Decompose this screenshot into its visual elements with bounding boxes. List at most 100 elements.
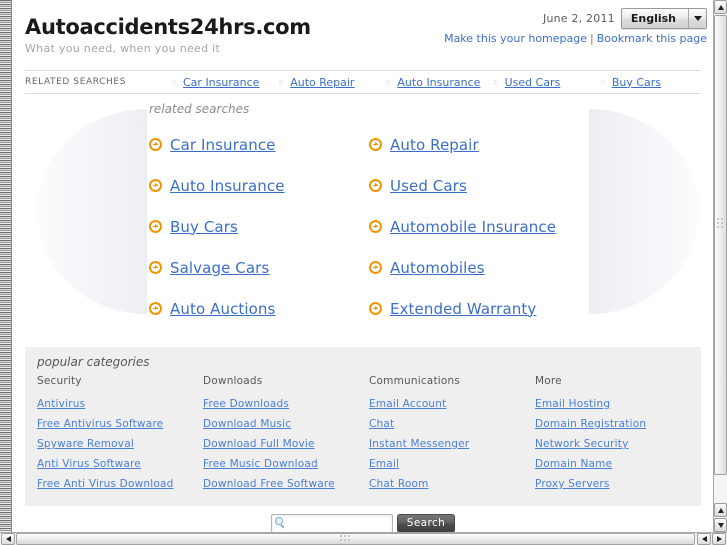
related-link-label: Buy Cars	[170, 217, 238, 236]
category-link[interactable]: Chat Room	[369, 474, 535, 494]
navbar-item: Auto Insurance	[379, 76, 486, 89]
related-searches-main: related searches Car Insurance Auto Repa…	[13, 94, 713, 337]
category-heading: Security	[37, 375, 82, 387]
browser-viewport: Autoaccidents24hrs.com What you need, wh…	[0, 0, 727, 545]
brand-block: Autoaccidents24hrs.com What you need, wh…	[25, 15, 311, 56]
dots-separator-icon	[379, 79, 397, 85]
page-header: Autoaccidents24hrs.com What you need, wh…	[13, 0, 713, 70]
search-icon	[274, 517, 286, 528]
navbar-link-auto-repair[interactable]: Auto Repair	[290, 76, 354, 89]
navbar-link-car-insurance[interactable]: Car Insurance	[183, 76, 259, 89]
popular-categories-panel: popular categories Security Antivirus Fr…	[25, 347, 701, 506]
category-link[interactable]: Email	[369, 454, 535, 474]
category-link[interactable]: Download Full Movie	[203, 434, 369, 454]
page-content: Autoaccidents24hrs.com What you need, wh…	[13, 0, 713, 532]
search-input[interactable]	[271, 515, 392, 532]
window-left-edge-texture	[0, 0, 12, 532]
scroll-up-button[interactable]	[714, 0, 727, 14]
related-link-auto-insurance[interactable]: Auto Insurance	[149, 165, 369, 206]
category-link[interactable]: Email Hosting	[535, 394, 701, 414]
dots-separator-icon	[272, 79, 290, 85]
category-link[interactable]: Download Music	[203, 414, 369, 434]
related-link-car-insurance[interactable]: Car Insurance	[149, 124, 369, 165]
related-link-auto-auctions[interactable]: Auto Auctions	[149, 288, 369, 329]
related-searches-grid: Car Insurance Auto Repair Auto Insurance…	[149, 124, 713, 329]
header-links: Make this your homepage | Bookmark this pa…	[444, 32, 707, 45]
horizontal-scrollbar-thumb[interactable]	[16, 533, 695, 545]
category-link[interactable]: Free Downloads	[203, 394, 369, 414]
category-link[interactable]: Free Music Download	[203, 454, 369, 474]
category-link[interactable]: Free Anti Virus Download	[37, 474, 203, 494]
header-utility-block: June 2, 2011 English Make this your home…	[444, 8, 707, 45]
arrow-right-circle-icon	[149, 261, 162, 274]
scrollbar-grip-icon	[340, 535, 351, 542]
scroll-down-button[interactable]	[714, 518, 727, 532]
category-link[interactable]: Antivirus	[37, 394, 203, 414]
site-tagline: What you need, when you need it	[25, 42, 221, 55]
category-link[interactable]: Chat	[369, 414, 535, 434]
related-link-label: Salvage Cars	[170, 258, 270, 277]
scroll-right-button[interactable]	[712, 533, 726, 545]
related-link-buy-cars[interactable]: Buy Cars	[149, 206, 369, 247]
navbar-link-used-cars[interactable]: Used Cars	[505, 76, 561, 89]
related-link-label: Extended Warranty	[390, 299, 537, 318]
chevron-down-icon[interactable]	[688, 9, 706, 28]
scroll-up-button-secondary[interactable]	[714, 503, 727, 517]
related-link-auto-repair[interactable]: Auto Repair	[369, 124, 713, 165]
popular-categories-columns: Security Antivirus Free Antivirus Softwa…	[37, 375, 701, 494]
language-select[interactable]: English	[620, 8, 707, 29]
scroll-left-button-secondary[interactable]	[697, 533, 711, 545]
arrow-right-circle-icon	[149, 220, 162, 233]
related-link-label: Auto Repair	[390, 135, 479, 154]
horizontal-scrollbar[interactable]	[0, 532, 727, 545]
category-link[interactable]: Email Account	[369, 394, 535, 414]
arrow-right-circle-icon	[149, 302, 162, 315]
page-title: Autoaccidents24hrs.com	[25, 15, 311, 39]
category-link[interactable]: Domain Name	[535, 454, 701, 474]
related-link-label: Automobile Insurance	[390, 217, 557, 236]
category-link[interactable]: Network Security	[535, 434, 701, 454]
arrow-right-circle-icon	[149, 179, 162, 192]
date-and-language-row: June 2, 2011 English	[444, 8, 707, 29]
related-link-label: Auto Insurance	[170, 176, 285, 195]
category-column-downloads: Downloads Free Downloads Download Music …	[203, 375, 369, 494]
related-link-label: Automobiles	[390, 258, 485, 277]
current-date: June 2, 2011	[543, 12, 615, 25]
related-link-used-cars[interactable]: Used Cars	[369, 165, 713, 206]
site-search-bar: Search	[13, 514, 713, 533]
related-link-label: Car Insurance	[170, 135, 276, 154]
related-link-salvage-cars[interactable]: Salvage Cars	[149, 247, 369, 288]
search-field-wrapper[interactable]	[270, 514, 393, 533]
search-button[interactable]: Search	[396, 514, 456, 533]
related-link-extended-warranty[interactable]: Extended Warranty	[369, 288, 713, 329]
bookmark-page-link[interactable]: Bookmark this page	[597, 32, 707, 45]
category-link[interactable]: Download Free Software	[203, 474, 369, 494]
vertical-scrollbar-thumb[interactable]	[714, 15, 727, 475]
related-searches-navbar: RELATED SEARCHES Car Insurance Auto Repa…	[25, 70, 701, 94]
category-heading: Downloads	[203, 375, 263, 387]
related-link-automobile-insurance[interactable]: Automobile Insurance	[369, 206, 713, 247]
scrollbar-grip-icon	[717, 218, 724, 229]
arrow-right-circle-icon	[369, 261, 382, 274]
category-link[interactable]: Domain Registration	[535, 414, 701, 434]
related-link-automobiles[interactable]: Automobiles	[369, 247, 713, 288]
scroll-left-button[interactable]	[1, 533, 15, 545]
related-link-label: Used Cars	[390, 176, 467, 195]
category-heading: Communications	[369, 375, 461, 387]
navbar-link-buy-cars[interactable]: Buy Cars	[612, 76, 661, 89]
navbar-item: Auto Repair	[272, 76, 379, 89]
category-link[interactable]: Instant Messenger	[369, 434, 535, 454]
arrow-right-circle-icon	[369, 138, 382, 151]
category-link[interactable]: Free Antivirus Software	[37, 414, 203, 434]
related-searches-label: RELATED SEARCHES	[25, 77, 127, 87]
arrow-right-circle-icon	[369, 302, 382, 315]
category-link[interactable]: Proxy Servers	[535, 474, 701, 494]
category-link[interactable]: Spyware Removal	[37, 434, 203, 454]
category-link[interactable]: Anti Virus Software	[37, 454, 203, 474]
vertical-scrollbar[interactable]	[713, 0, 727, 532]
related-searches-nav-items: Car Insurance Auto Repair Auto Insurance…	[165, 76, 701, 89]
navbar-link-auto-insurance[interactable]: Auto Insurance	[397, 76, 480, 89]
category-column-more: More Email Hosting Domain Registration N…	[535, 375, 701, 494]
make-homepage-link[interactable]: Make this your homepage	[444, 32, 587, 45]
related-searches-content: related searches Car Insurance Auto Repa…	[13, 94, 713, 329]
